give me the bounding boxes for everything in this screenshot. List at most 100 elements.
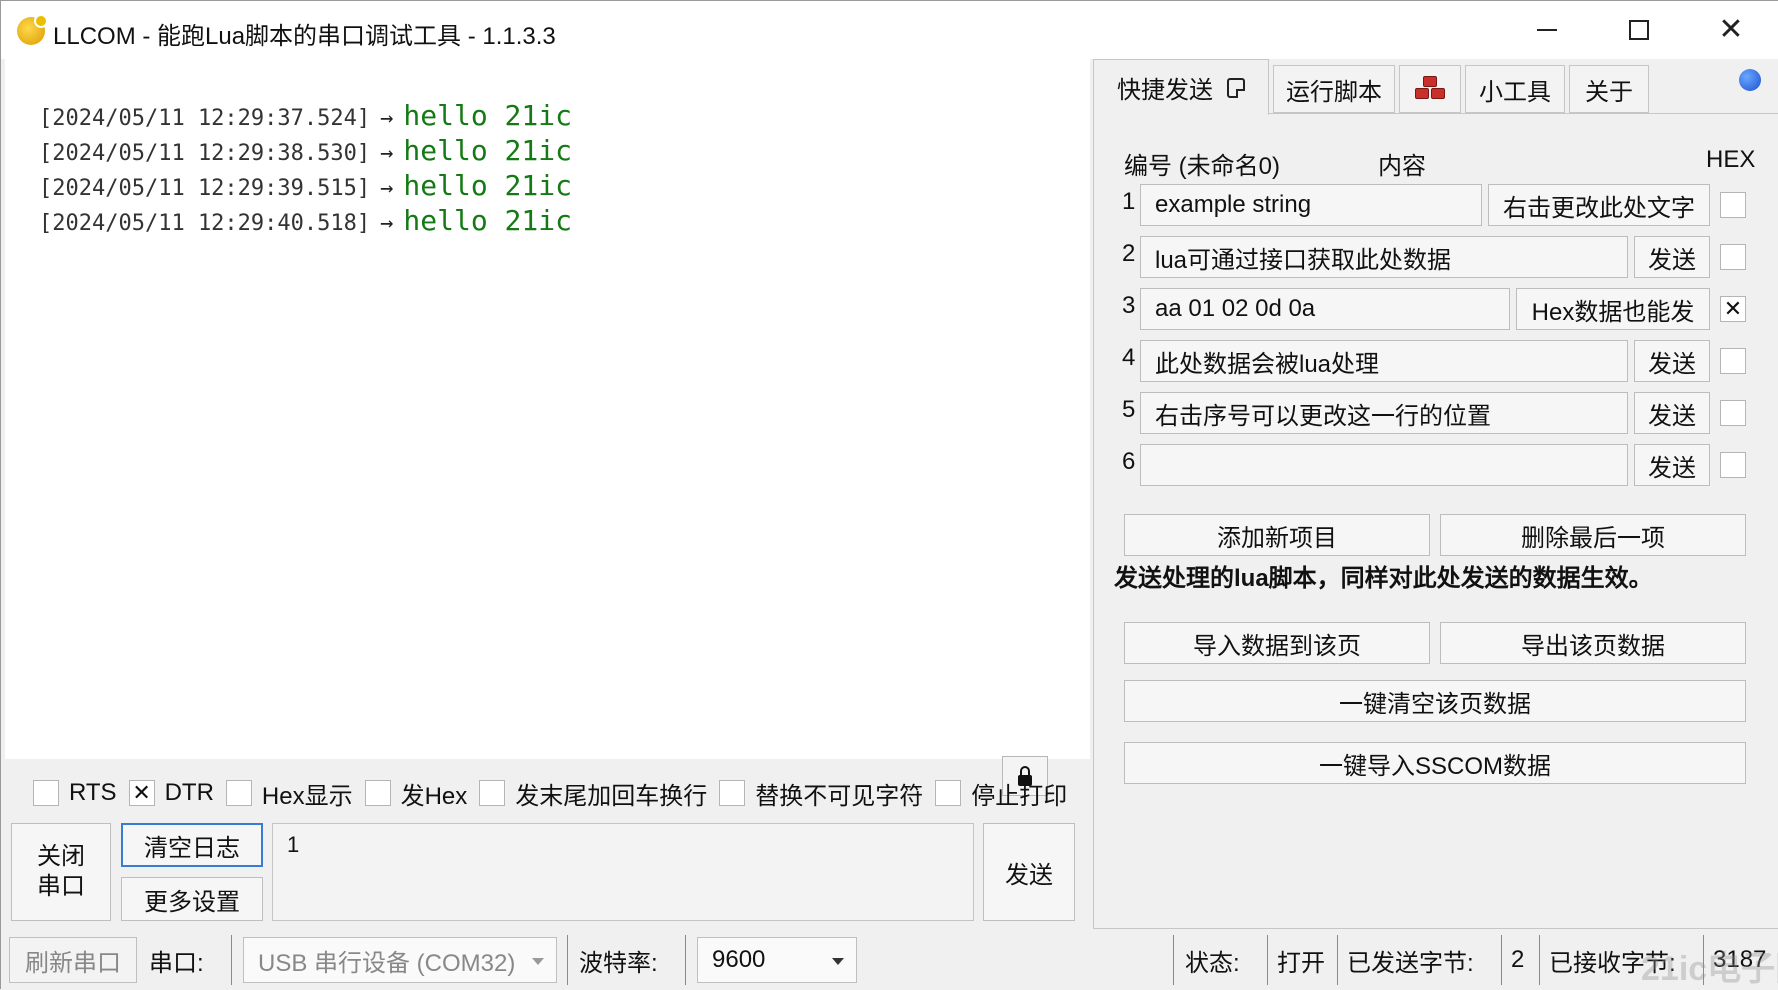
chevron-down-icon [832, 958, 844, 965]
log-line: [2024/05/11 12:29:39.515] → hello 21ic [39, 169, 572, 203]
hex-checkbox[interactable] [1720, 452, 1746, 478]
option-stop-print[interactable]: 停止打印 [935, 776, 1067, 811]
add-item-button[interactable]: 添加新项目 [1124, 514, 1430, 556]
tab-bar: 快捷发送 运行脚本 小工具 关于 [1093, 59, 1778, 115]
chevron-down-icon [532, 958, 544, 965]
option-append-crlf[interactable]: 发末尾加回车换行 [479, 776, 707, 811]
log-message: hello 21ic [403, 134, 572, 167]
tab-quick-send[interactable]: 快捷发送 [1093, 59, 1269, 115]
note-icon [1227, 77, 1245, 98]
window-title: LLCOM - 能跑Lua脚本的串口调试工具 - 1.1.3.3 [53, 23, 556, 50]
quick-send-field[interactable]: 此处数据会被lua处理 [1140, 340, 1628, 382]
option-rts[interactable]: RTS [33, 779, 117, 807]
hex-checkbox[interactable] [1720, 348, 1746, 374]
row-number[interactable]: 1 [1122, 188, 1142, 216]
option-label: 替换不可见字符 [755, 782, 924, 810]
option-send-hex[interactable]: 发Hex [364, 776, 467, 811]
row-number[interactable]: 2 [1122, 240, 1142, 268]
import-sscom-button[interactable]: 一键导入SSCOM数据 [1124, 742, 1746, 784]
option-replace-invisible[interactable]: 替换不可见字符 [719, 776, 923, 811]
baud-select-value: 9600 [712, 946, 766, 973]
export-page-button[interactable]: 导出该页数据 [1440, 622, 1746, 664]
close-port-button[interactable]: 关闭 串口 [11, 823, 111, 921]
clear-log-button[interactable]: 清空日志 [121, 823, 263, 867]
close-icon: ✕ [1718, 13, 1744, 46]
row-number[interactable]: 6 [1122, 448, 1142, 476]
quick-send-button[interactable]: 发送 [1634, 340, 1710, 382]
tab-label: 关于 [1585, 78, 1633, 106]
option-hex-display[interactable]: Hex显示 [225, 776, 353, 811]
quick-send-field[interactable]: aa 01 02 0d 0a [1140, 288, 1510, 330]
option-dtr[interactable]: ✕ DTR [128, 779, 214, 807]
title-bar: LLCOM - 能跑Lua脚本的串口调试工具 - 1.1.3.3 ✕ [1, 1, 1778, 59]
more-settings-button[interactable]: 更多设置 [121, 877, 263, 921]
divider [1539, 935, 1540, 985]
send-button[interactable]: 发送 [983, 823, 1075, 921]
minimize-icon [1537, 29, 1557, 31]
log-timestamp: [2024/05/11 12:29:38.530] [39, 141, 371, 166]
tab-plugins[interactable] [1399, 65, 1461, 113]
minimize-button[interactable] [1501, 1, 1593, 59]
row-number[interactable]: 5 [1122, 396, 1142, 424]
globe-icon[interactable] [1739, 69, 1761, 91]
quick-send-field[interactable]: lua可通过接口获取此处数据 [1140, 236, 1628, 278]
option-label: Hex显示 [261, 782, 353, 810]
tab-label: 小工具 [1479, 78, 1551, 106]
dtr-checkbox[interactable]: ✕ [128, 780, 155, 806]
tab-label: 快捷发送 [1117, 77, 1213, 104]
hex-checkbox[interactable]: ✕ [1720, 296, 1746, 322]
baud-select[interactable]: 9600 [697, 937, 857, 983]
log-line: [2024/05/11 12:29:38.530] → hello 21ic [39, 134, 572, 168]
clear-page-button[interactable]: 一键清空该页数据 [1124, 680, 1746, 722]
quick-send-button[interactable]: 发送 [1634, 236, 1710, 278]
tab-run-script[interactable]: 运行脚本 [1273, 65, 1395, 113]
sent-bytes-value: 2 [1511, 946, 1525, 973]
status-label: 状态: [1185, 949, 1240, 977]
replace-invisible-checkbox[interactable] [719, 780, 746, 806]
hex-checkbox[interactable] [1720, 400, 1746, 426]
maximize-button[interactable] [1593, 1, 1685, 59]
baud-label: 波特率: [579, 949, 658, 977]
divider [1267, 935, 1268, 985]
port-select[interactable]: USB 串行设备 (COM32) [243, 937, 557, 983]
append-crlf-checkbox[interactable] [479, 780, 506, 806]
log-message: hello 21ic [403, 204, 572, 237]
arrow-icon: → [380, 141, 394, 166]
hex-checkbox[interactable] [1720, 244, 1746, 270]
port-label: 串口: [149, 949, 204, 977]
delete-last-button[interactable]: 删除最后一项 [1440, 514, 1746, 556]
quick-send-button[interactable]: 右击更改此处文字 [1488, 184, 1710, 226]
import-page-button[interactable]: 导入数据到该页 [1124, 622, 1430, 664]
quick-send-field[interactable]: 右击序号可以更改这一行的位置 [1140, 392, 1628, 434]
refresh-port-button[interactable]: 刷新串口 [9, 937, 137, 983]
quick-send-field[interactable] [1140, 444, 1628, 486]
send-hex-checkbox[interactable] [364, 780, 391, 806]
arrow-icon: → [380, 211, 394, 236]
app-window: LLCOM - 能跑Lua脚本的串口调试工具 - 1.1.3.3 ✕ [2024… [0, 0, 1778, 990]
close-button[interactable]: ✕ [1685, 1, 1777, 59]
rts-checkbox[interactable] [33, 780, 59, 806]
options-row: RTS ✕ DTR Hex显示 发Hex 发末尾加回车换行 替换不可见字符 停止打… [33, 775, 1079, 811]
log-output[interactable]: [2024/05/11 12:29:37.524] → hello 21ic [20… [5, 59, 1090, 796]
divider [1173, 935, 1174, 985]
hex-checkbox[interactable] [1720, 192, 1746, 218]
divider [1501, 935, 1502, 985]
stop-print-checkbox[interactable] [935, 780, 962, 806]
quick-send-field[interactable]: example string [1140, 184, 1482, 226]
log-timestamp: [2024/05/11 12:29:37.524] [39, 106, 371, 131]
port-select-value: USB 串行设备 (COM32) [258, 949, 516, 977]
tab-tools[interactable]: 小工具 [1465, 65, 1565, 113]
option-label: 停止打印 [971, 782, 1068, 810]
option-label: DTR [164, 779, 214, 806]
row-number[interactable]: 4 [1122, 344, 1142, 372]
quick-send-button[interactable]: 发送 [1634, 392, 1710, 434]
hex-display-checkbox[interactable] [225, 780, 252, 806]
quick-send-button[interactable]: Hex数据也能发 [1516, 288, 1710, 330]
row-number[interactable]: 3 [1122, 292, 1142, 320]
maximize-icon [1629, 20, 1649, 40]
send-input[interactable]: 1 [272, 823, 974, 921]
tab-about[interactable]: 关于 [1569, 65, 1649, 113]
quick-send-button[interactable]: 发送 [1634, 444, 1710, 486]
header-hex: HEX [1706, 146, 1756, 173]
app-logo-icon [17, 14, 48, 45]
